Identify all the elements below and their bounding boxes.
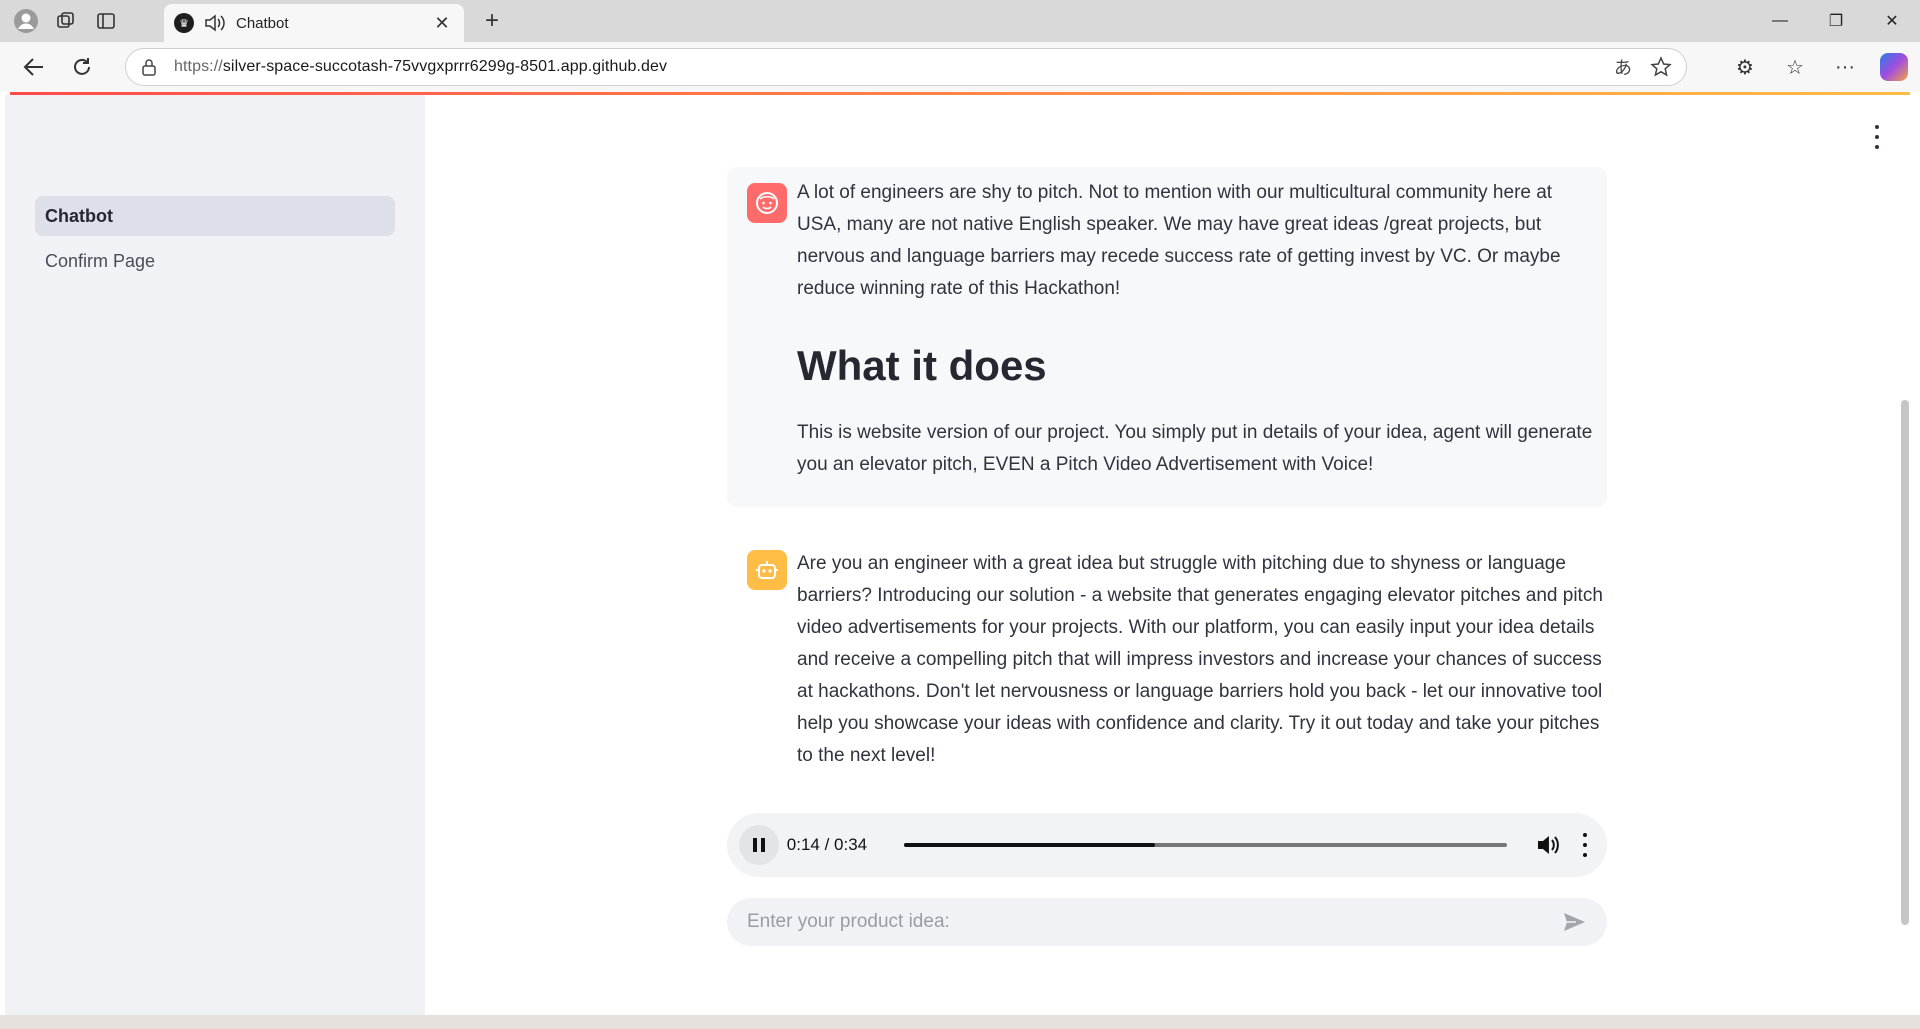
tab-actions-icon[interactable] [86, 0, 126, 42]
page-scrollbar[interactable] [1901, 400, 1909, 925]
url-scheme: https:// [174, 58, 223, 75]
product-idea-input[interactable] [747, 911, 1561, 933]
sidebar: Chatbot Confirm Page [5, 95, 425, 1015]
volume-icon[interactable] [1535, 832, 1561, 858]
audio-progress-fill [904, 843, 1155, 847]
tab-close-button[interactable]: ✕ [430, 13, 454, 34]
sidebar-item-chatbot[interactable]: Chatbot [35, 196, 395, 236]
app-menu-kebab-icon[interactable] [1867, 125, 1887, 149]
pause-button[interactable] [739, 825, 779, 865]
sidebar-item-confirm-page[interactable]: Confirm Page [35, 241, 395, 281]
window-close-button[interactable]: ✕ [1864, 0, 1920, 42]
extensions-icon[interactable]: ⚙ [1730, 55, 1760, 80]
browser-toolbar: https://silver-space-succotash-75vvgxprr… [0, 42, 1920, 92]
new-tab-button[interactable]: + [474, 0, 510, 42]
user-chat-message: A lot of engineers are shy to pitch. Not… [727, 167, 1607, 507]
restore-button[interactable]: ❐ [1808, 0, 1864, 42]
audio-player: 0:14 / 0:34 [727, 813, 1607, 877]
sidebar-item-label: Confirm Page [45, 250, 156, 271]
audio-options-kebab-icon[interactable] [1575, 833, 1595, 857]
user-message-paragraph: This is website version of our project. … [797, 422, 1593, 475]
profile-icon[interactable] [6, 0, 46, 42]
back-button[interactable] [10, 47, 58, 87]
star-icon[interactable] [1650, 56, 1672, 78]
reload-icon [74, 58, 90, 75]
back-icon [23, 58, 43, 76]
sidebar-item-label: Chatbot [45, 205, 113, 226]
user-message-heading: What it does [797, 342, 1047, 389]
user-message-paragraph: A lot of engineers are shy to pitch. Not… [797, 182, 1561, 299]
workspaces-icon[interactable] [46, 0, 86, 42]
address-bar[interactable]: https://silver-space-succotash-75vvgxprr… [125, 48, 1687, 86]
minimize-button[interactable]: — [1752, 0, 1808, 42]
lock-icon[interactable] [140, 58, 158, 76]
speaker-icon[interactable] [204, 13, 226, 33]
audio-progress-slider[interactable] [904, 843, 1508, 847]
assistant-avatar [747, 550, 787, 590]
active-tab[interactable]: ♛ Chatbot ✕ [164, 4, 464, 42]
streamlit-favicon: ♛ [174, 13, 194, 33]
favorites-icon[interactable]: ☆ [1780, 55, 1810, 80]
translate-icon[interactable]: あ [1614, 54, 1632, 80]
user-avatar [747, 183, 787, 223]
url-text[interactable]: https://silver-space-succotash-75vvgxprr… [174, 58, 1614, 76]
chat-input [727, 898, 1607, 946]
copilot-icon[interactable] [1880, 53, 1908, 81]
robot-icon [756, 561, 778, 579]
taskbar-edge [0, 1015, 1920, 1029]
main-content: A lot of engineers are shy to pitch. Not… [425, 95, 1915, 1015]
assistant-message-text: Are you an engineer with a great idea bu… [797, 553, 1603, 766]
window-controls: — ❐ ✕ [1752, 0, 1920, 42]
audio-time: 0:14 / 0:34 [786, 835, 868, 854]
pause-icon [752, 838, 757, 852]
tab-title: Chatbot [236, 14, 289, 32]
reload-button[interactable] [58, 47, 106, 87]
more-icon[interactable]: ··· [1830, 56, 1860, 79]
send-icon[interactable] [1561, 909, 1587, 935]
url-host: silver-space-succotash-75vvgxprrr6299g-8… [222, 58, 668, 75]
face-icon [756, 192, 778, 214]
